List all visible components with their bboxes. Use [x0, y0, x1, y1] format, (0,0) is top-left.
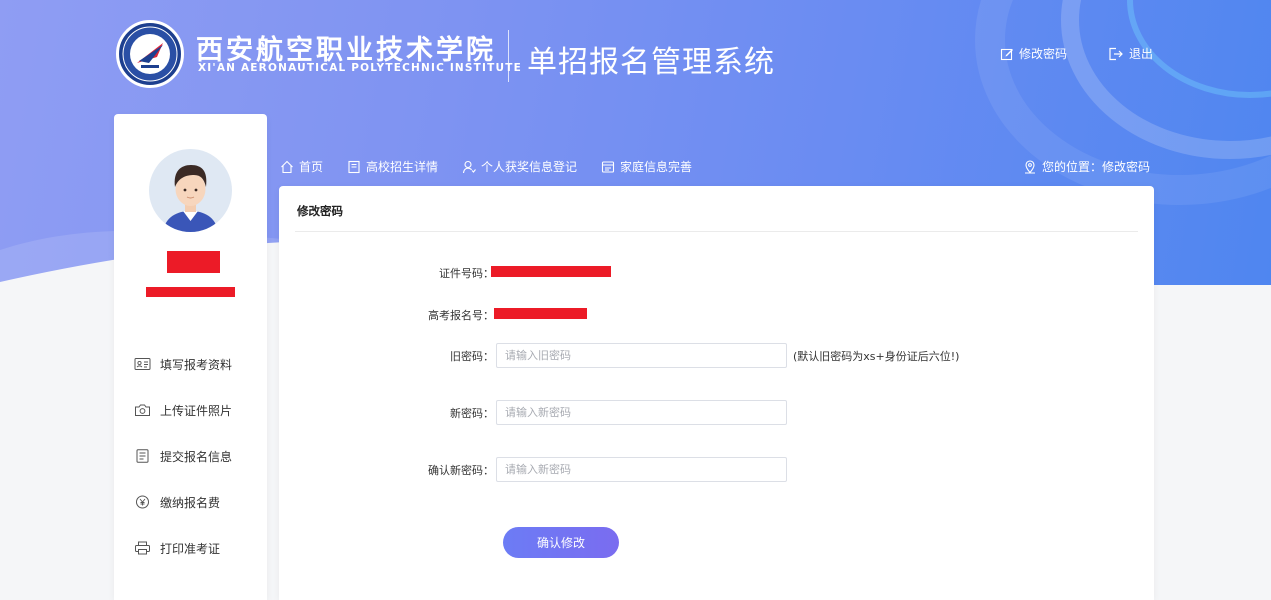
book-icon: [348, 160, 360, 173]
sidebar-menu: 填写报考资料 上传证件照片 提交报名信息 缴纳报名费 打印准考证: [134, 341, 232, 571]
location-pin-icon: [1025, 159, 1035, 173]
school-name-en: XI'AN AERONAUTICAL POLYTECHNIC INSTITUTE: [198, 62, 522, 74]
top-navigation: 首页 高校招生详情 个人获奖信息登记 家庭信息完善: [280, 158, 716, 175]
sidebar-item-label: 缴纳报名费: [160, 495, 221, 510]
nav-item-label: 家庭信息完善: [620, 160, 693, 174]
document-icon: [136, 449, 149, 463]
id-number-label: 证件号码：: [439, 267, 494, 280]
location-breadcrumb: 您的位置：修改密码: [1023, 158, 1150, 175]
sidebar-item-label: 填写报考资料: [160, 357, 233, 372]
id-card-icon: [134, 358, 151, 370]
sidebar-item-label: 打印准考证: [160, 541, 221, 556]
redacted-id: [146, 287, 235, 297]
redacted-id-number: [491, 266, 611, 277]
printer-icon: [135, 541, 150, 555]
sidebar-item-label: 提交报名信息: [160, 449, 233, 464]
location-text: 您的位置：修改密码: [1042, 160, 1151, 174]
avatar: [149, 149, 232, 232]
redacted-name: [167, 251, 220, 273]
redacted-exam-number: [494, 308, 587, 319]
sidebar-item-print-ticket[interactable]: 打印准考证: [134, 525, 232, 571]
nav-item-awards[interactable]: 个人获奖信息登记: [462, 158, 577, 175]
family-doc-icon: [601, 160, 615, 173]
new-password-input[interactable]: [496, 400, 787, 425]
sidebar-item-label: 上传证件照片: [160, 403, 233, 418]
edit-icon: [1000, 48, 1013, 60]
panel-title: 修改密码: [297, 204, 343, 218]
change-password-link[interactable]: 修改密码: [1000, 45, 1067, 62]
sidebar-item-upload-photo[interactable]: 上传证件照片: [134, 387, 232, 433]
nav-item-family-info[interactable]: 家庭信息完善: [601, 158, 692, 175]
confirm-password-input[interactable]: [496, 457, 787, 482]
header-divider: [508, 30, 509, 82]
change-password-label: 修改密码: [1019, 47, 1068, 61]
yuan-icon: [136, 495, 149, 509]
nav-item-home[interactable]: 首页: [280, 158, 323, 175]
camera-icon: [135, 404, 150, 416]
nav-item-admission-details[interactable]: 高校招生详情: [347, 158, 438, 175]
nav-item-label: 个人获奖信息登记: [481, 160, 578, 174]
old-password-input[interactable]: [496, 343, 787, 368]
sidebar-item-fill-info[interactable]: 填写报考资料: [134, 341, 232, 387]
change-password-panel: 修改密码 证件号码： 高考报名号： 旧密码： (默认旧密码为xs+身份证后六位!…: [279, 186, 1154, 600]
exam-number-label: 高考报名号：: [428, 309, 494, 322]
profile-sidebar: 填写报考资料 上传证件照片 提交报名信息 缴纳报名费 打印准考证: [114, 114, 267, 600]
sidebar-item-pay-fee[interactable]: 缴纳报名费: [134, 479, 232, 525]
sidebar-item-submit-info[interactable]: 提交报名信息: [134, 433, 232, 479]
confirm-password-label: 确认新密码：: [428, 464, 494, 477]
system-title: 单招报名管理系统: [527, 45, 775, 80]
user-icon: [462, 160, 476, 173]
old-password-hint: (默认旧密码为xs+身份证后六位!): [793, 350, 960, 363]
logout-label: 退出: [1129, 47, 1154, 61]
home-icon: [281, 160, 293, 173]
old-password-label: 旧密码：: [450, 350, 494, 363]
school-logo: [116, 20, 184, 88]
nav-item-label: 首页: [299, 160, 324, 174]
logout-link[interactable]: 退出: [1108, 45, 1153, 62]
panel-divider: [295, 231, 1138, 232]
confirm-change-button[interactable]: 确认修改: [503, 527, 619, 558]
new-password-label: 新密码：: [450, 407, 494, 420]
nav-item-label: 高校招生详情: [366, 160, 439, 174]
logout-icon: [1109, 47, 1123, 60]
